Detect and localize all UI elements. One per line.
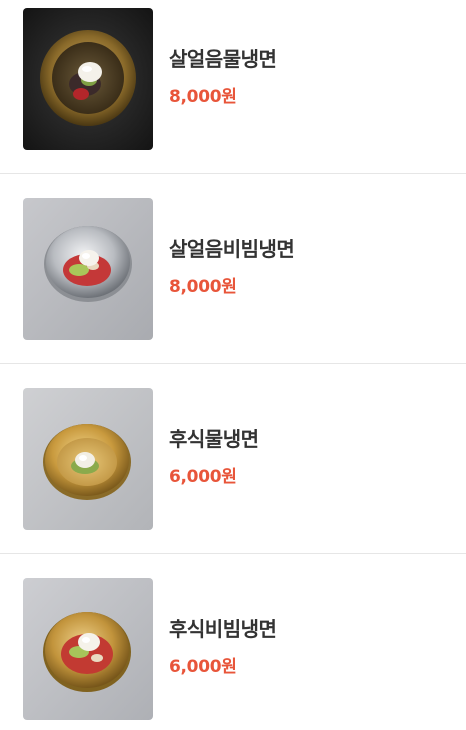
menu-item-price: 8,000원 xyxy=(169,277,237,297)
menu-item-name: 살얼음비빔냉면 xyxy=(169,237,295,261)
menu-item-price: 6,000원 xyxy=(169,467,237,487)
menu-item-name: 살얼음물냉면 xyxy=(169,47,277,71)
bibim-naengmyeon-photo xyxy=(23,198,153,340)
menu-item-photo[interactable] xyxy=(23,578,153,720)
menu-item[interactable]: 살얼음비빔냉면 8,000원 xyxy=(0,174,466,364)
naengmyeon-photo xyxy=(23,388,153,530)
menu-item-text: 후식비빔냉면 6,000원 xyxy=(169,616,277,678)
menu-item-photo[interactable] xyxy=(23,388,153,530)
menu-item-price: 6,000원 xyxy=(169,657,237,677)
menu-item[interactable]: 살얼음물냉면 8,000원 xyxy=(0,0,466,174)
bibim-naengmyeon-photo xyxy=(23,578,153,720)
menu-item-text: 살얼음물냉면 8,000원 xyxy=(169,46,277,108)
menu-item-photo[interactable] xyxy=(23,198,153,340)
menu-item[interactable]: 후식비빔냉면 6,000원 xyxy=(0,554,466,730)
menu-item-price: 8,000원 xyxy=(169,87,237,107)
menu-item-text: 후식물냉면 6,000원 xyxy=(169,426,259,488)
menu-item-photo[interactable] xyxy=(23,8,153,150)
menu-item-name: 후식물냉면 xyxy=(169,427,259,451)
naengmyeon-photo xyxy=(23,8,153,150)
menu-item[interactable]: 후식물냉면 6,000원 xyxy=(0,364,466,554)
menu-item-name: 후식비빔냉면 xyxy=(169,617,277,641)
menu-list: 살얼음물냉면 8,000원 살얼음비빔냉면 8,000원 후식물냉면 6,000… xyxy=(0,0,466,730)
menu-item-text: 살얼음비빔냉면 8,000원 xyxy=(169,236,295,298)
